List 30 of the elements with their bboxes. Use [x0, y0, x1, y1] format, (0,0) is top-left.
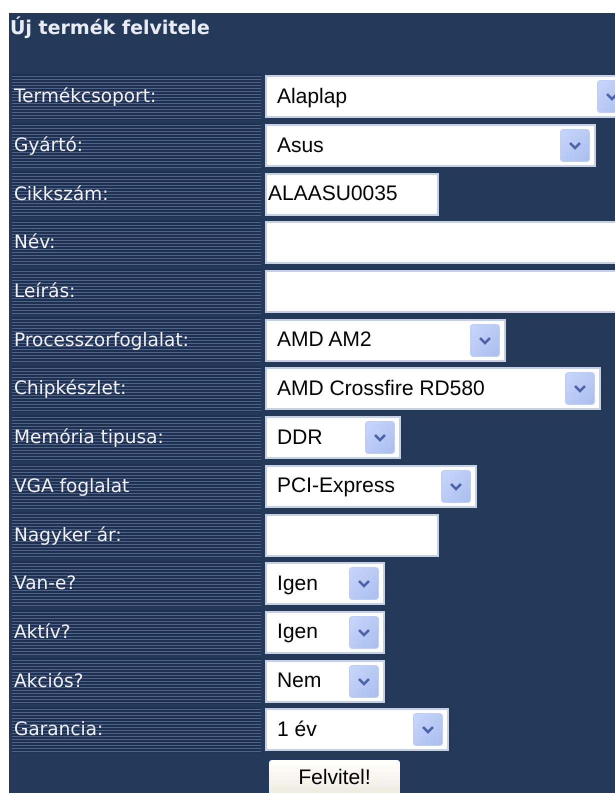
field-label: Garancia:: [12, 706, 261, 753]
dropdown-field[interactable]: DDR: [265, 416, 401, 460]
dropdown-field[interactable]: Asus: [265, 124, 596, 168]
dropdown-field[interactable]: Igen: [265, 610, 385, 654]
field-label: Leírás:: [12, 268, 261, 314]
dropdown-field[interactable]: PCI-Express: [265, 464, 477, 508]
dropdown-field[interactable]: AMD Crossfire RD580: [265, 367, 601, 410]
field-label: Nagyker ár:: [12, 512, 261, 558]
input-field[interactable]: [265, 221, 615, 264]
field-label: Termékcsoport:: [12, 74, 261, 120]
dropdown-field[interactable]: Igen: [265, 562, 385, 606]
field-label: Név:: [12, 220, 261, 266]
field-label: Chipkészlet:: [12, 366, 261, 412]
field-label: VGA foglalat: [12, 464, 261, 510]
input-field[interactable]: [265, 514, 439, 557]
submit-button[interactable]: Felvitel!: [268, 758, 401, 793]
field-label: Gyártó:: [12, 122, 261, 168]
dropdown-field[interactable]: 1 év: [265, 708, 449, 752]
input-field[interactable]: ALAASU0035: [265, 172, 439, 216]
dropdown-field[interactable]: Nem: [265, 660, 385, 703]
input-field[interactable]: [265, 270, 615, 314]
field-label: Akciós?: [12, 658, 261, 704]
dropdown-field[interactable]: Alaplap: [265, 75, 615, 118]
form-title: Új termék felvitele: [10, 15, 211, 41]
field-label: Van-e?: [12, 560, 261, 607]
field-label: Aktív?: [12, 610, 261, 656]
field-label: Memória tipusa:: [12, 414, 261, 460]
field-label: Processzorfoglalat:: [12, 317, 261, 364]
dropdown-field[interactable]: AMD AM2: [265, 318, 506, 362]
field-label: Cikkszám:: [12, 171, 261, 218]
